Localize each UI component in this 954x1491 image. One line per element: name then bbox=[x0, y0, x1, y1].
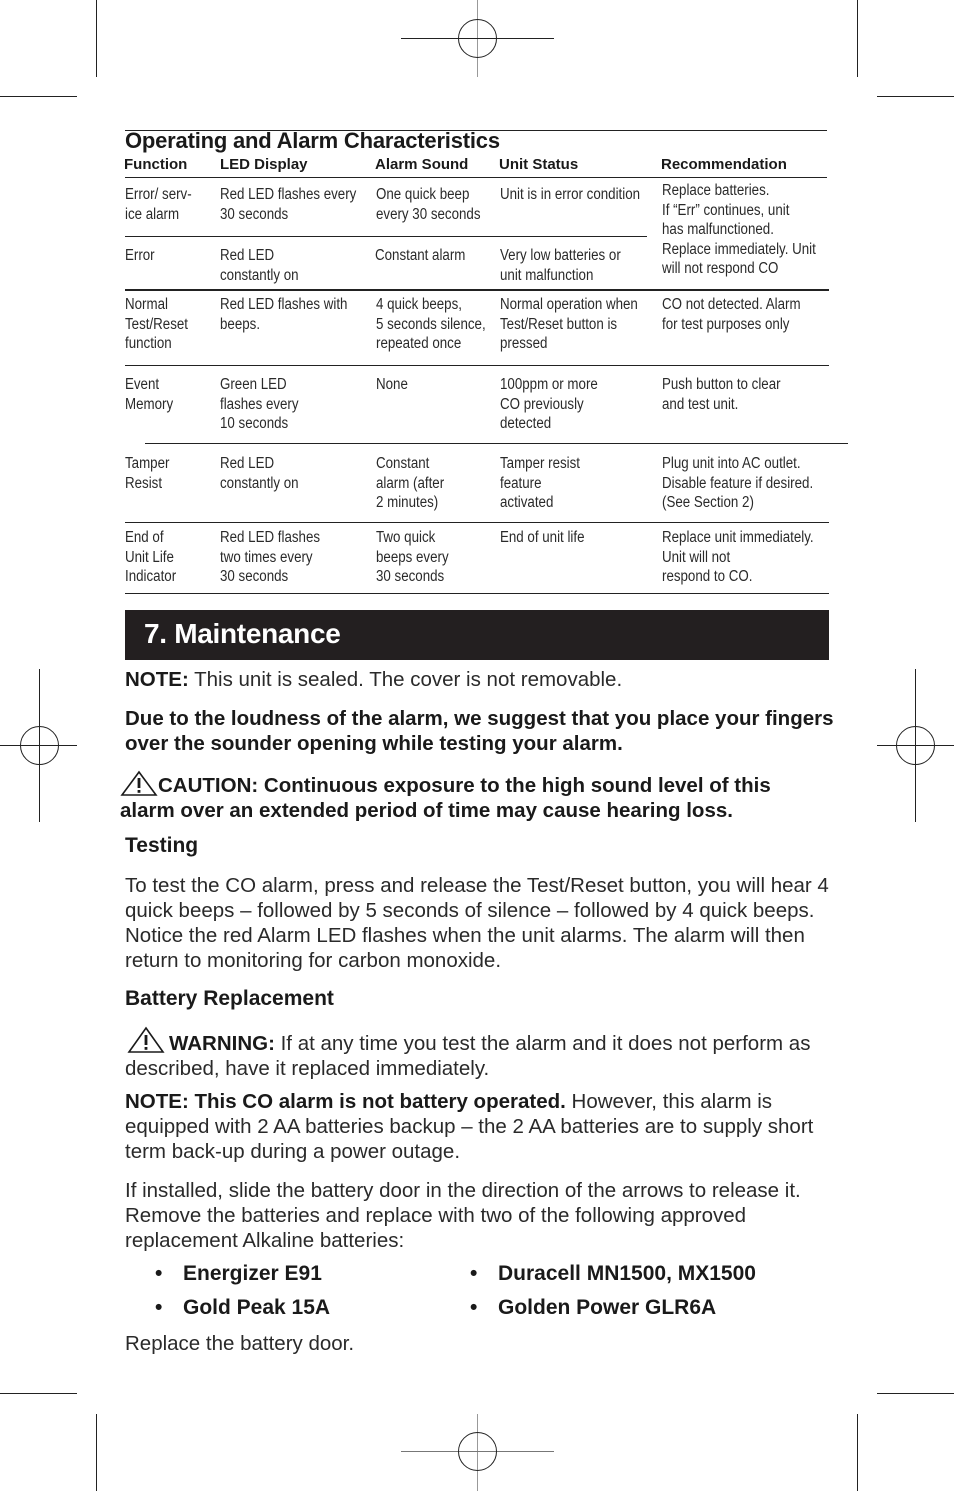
warning-triangle-icon bbox=[120, 770, 158, 796]
caution-text: CAUTION: Continuous exposure to the high… bbox=[120, 774, 771, 822]
header-rule bbox=[125, 177, 827, 178]
caution-paragraph: CAUTION: Continuous exposure to the high… bbox=[120, 770, 830, 823]
cell-function: Event Memory bbox=[125, 376, 174, 413]
row-rule bbox=[125, 289, 829, 291]
note-label: NOTE: bbox=[125, 668, 189, 691]
cell-function: Tamper Resist bbox=[125, 455, 170, 492]
cell-sound: 4 quick beeps, 5 seconds silence, repeated… bbox=[376, 296, 486, 352]
install-instructions: If installed, slide the battery door in … bbox=[125, 1179, 801, 1252]
warning-triangle-icon bbox=[127, 1026, 165, 1053]
cell-led: Red LED constantly on bbox=[220, 455, 299, 492]
cell-recommendation-merged: Replace batteries. If “Err” continues, u… bbox=[662, 182, 816, 277]
cell-function: Error bbox=[125, 247, 155, 264]
cell-sound: Two quick beeps every 30 seconds bbox=[376, 529, 449, 585]
cell-recommendation: Push button to clear and test unit. bbox=[662, 376, 781, 413]
crop-mark bbox=[857, 1414, 858, 1491]
testing-body: To test the CO alarm, press and release … bbox=[125, 874, 829, 972]
column-header-unit-status: Unit Status bbox=[499, 156, 579, 173]
cell-function: Normal Test/Reset function bbox=[125, 296, 188, 352]
row-rule bbox=[125, 522, 829, 523]
loudness-advice: Due to the loudness of the alarm, we sug… bbox=[125, 707, 834, 755]
battery-note: NOTE: This CO alarm is not battery opera… bbox=[125, 1089, 835, 1164]
crop-mark bbox=[877, 1393, 954, 1394]
cell-sound: Constant alarm bbox=[375, 247, 466, 264]
list-item: • Energizer E91 bbox=[155, 1262, 322, 1285]
cell-led: Red LED constantly on bbox=[220, 247, 299, 284]
cell-led: Red LED flashes every 30 seconds bbox=[220, 186, 357, 223]
testing-heading: Testing bbox=[125, 834, 199, 857]
column-header-function: Function bbox=[124, 156, 188, 173]
column-header-recommendation: Recommendation bbox=[661, 156, 787, 173]
crop-mark bbox=[96, 0, 97, 77]
cell-recommendation: CO not detected. Alarm for test purposes … bbox=[662, 296, 801, 333]
warning-paragraph: WARNING: If at any time you test the ala… bbox=[125, 1026, 835, 1081]
cell-status: End of unit life bbox=[500, 529, 585, 546]
battery-heading: Battery Replacement bbox=[125, 987, 334, 1010]
crop-mark bbox=[857, 0, 858, 77]
cell-status: Tamper resist feature activated bbox=[500, 455, 581, 511]
table-title: Operating and Alarm Characteristics bbox=[125, 128, 500, 153]
row-rule bbox=[125, 365, 829, 366]
section-title: 7. Maintenance bbox=[144, 618, 341, 649]
cell-recommendation: Plug unit into AC outlet. Disable feature… bbox=[662, 455, 814, 511]
row-rule bbox=[145, 443, 848, 444]
cell-led: Red LED flashes two times every 30 seconds bbox=[220, 529, 321, 585]
cell-led: Green LED flashes every 10 seconds bbox=[220, 376, 299, 432]
cell-status: 100ppm or more CO previously detected bbox=[500, 376, 598, 432]
list-item: • Gold Peak 15A bbox=[155, 1296, 331, 1319]
list-item: • Duracell MN1500, MX1500 bbox=[470, 1262, 756, 1285]
row-rule bbox=[125, 236, 647, 237]
cell-sound: None bbox=[376, 376, 408, 393]
list-item: • Golden Power GLR6A bbox=[470, 1296, 717, 1319]
section-heading-band: 7. Maintenance bbox=[125, 610, 829, 660]
warning-label: WARNING: bbox=[169, 1032, 275, 1055]
cell-function: Error/ serv-ice alarm bbox=[125, 186, 192, 223]
crop-mark bbox=[0, 1393, 77, 1394]
crop-mark bbox=[0, 96, 77, 97]
cell-status: Very low batteries or unit malfunction bbox=[500, 247, 621, 284]
crop-mark bbox=[877, 96, 954, 97]
column-header-led-display: LED Display bbox=[220, 156, 308, 173]
crop-mark bbox=[96, 1414, 97, 1491]
cell-status: Unit is in error condition bbox=[500, 186, 641, 203]
cell-recommendation: Replace unit immediately. Unit will not re… bbox=[662, 529, 814, 585]
battery-note-label: NOTE: This CO alarm is not battery opera… bbox=[125, 1090, 566, 1113]
sealed-note: NOTE: This unit is sealed. The cover is … bbox=[125, 667, 835, 692]
cell-sound: Constant alarm (after 2 minutes) bbox=[376, 455, 445, 511]
cell-status: Normal operation when Test/Reset button i… bbox=[500, 296, 638, 352]
closing-instruction: Replace the battery door. bbox=[125, 1332, 355, 1355]
note-text: This unit is sealed. The cover is not re… bbox=[188, 668, 623, 691]
cell-led: Red LED flashes with beeps. bbox=[220, 296, 348, 333]
cell-sound: One quick beep every 30 seconds bbox=[376, 186, 481, 223]
column-header-alarm-sound: Alarm Sound bbox=[375, 156, 469, 173]
cell-function: End of Unit Life Indicator bbox=[125, 529, 177, 585]
table-bottom-rule bbox=[125, 593, 829, 594]
